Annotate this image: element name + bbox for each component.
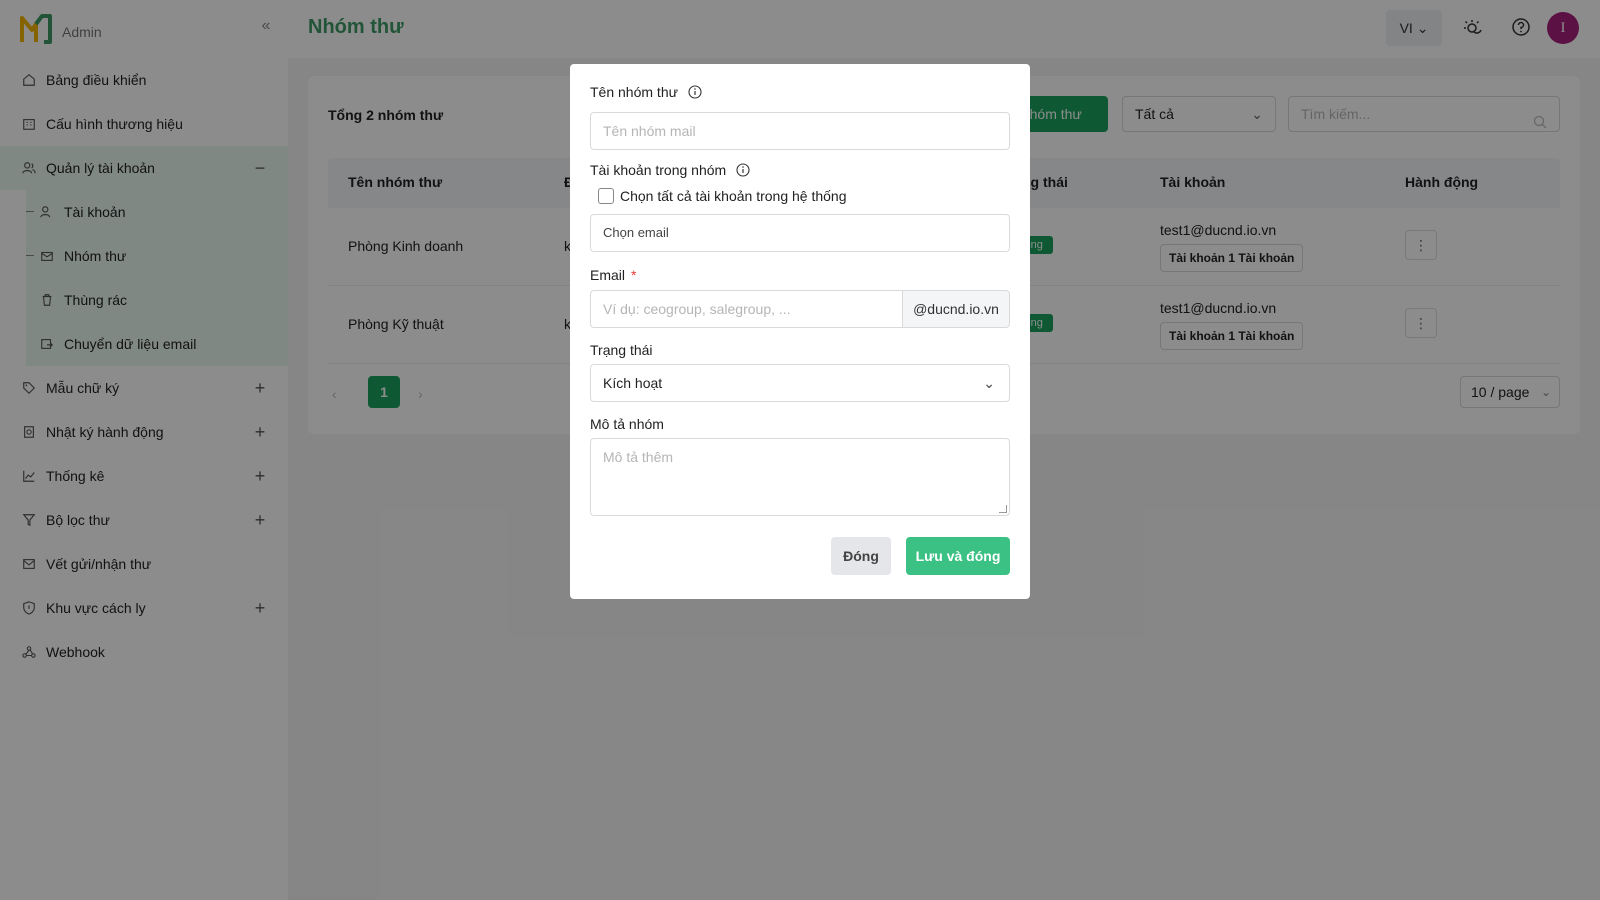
select-all-checkbox[interactable] bbox=[598, 188, 614, 204]
create-mail-group-modal: Tên nhóm thư Tên nhóm mail Tài khoản tro… bbox=[570, 64, 1030, 599]
email-field[interactable]: Ví dụ: ceogroup, salegroup, ... bbox=[590, 290, 902, 328]
field-label-text: Email bbox=[590, 267, 626, 283]
close-button[interactable]: Đóng bbox=[831, 537, 891, 575]
email-domain-suffix: @ducnd.io.vn bbox=[902, 290, 1010, 328]
email-field-group: Ví dụ: ceogroup, salegroup, ... @ducnd.i… bbox=[590, 290, 1010, 328]
resize-handle-icon[interactable] bbox=[999, 505, 1007, 513]
required-mark: * bbox=[631, 267, 637, 283]
field-label-text: Tên nhóm thư bbox=[590, 84, 678, 100]
select-email-input[interactable]: Chọn email bbox=[590, 214, 1010, 252]
status-label: Trạng thái bbox=[590, 342, 653, 358]
accounts-label: Tài khoản trong nhóm bbox=[590, 162, 750, 178]
email-label: Email * bbox=[590, 267, 636, 283]
description-textarea[interactable]: Mô tả thêm bbox=[590, 438, 1010, 516]
group-name-input[interactable]: Tên nhóm mail bbox=[590, 112, 1010, 150]
textarea-placeholder: Mô tả thêm bbox=[603, 449, 674, 465]
info-icon[interactable] bbox=[736, 163, 750, 177]
field-label-text: Tài khoản trong nhóm bbox=[590, 162, 727, 178]
status-select-value: Kích hoạt bbox=[603, 375, 663, 391]
select-all-accounts-row[interactable]: Chọn tất cả tài khoản trong hệ thống bbox=[598, 188, 847, 204]
description-label: Mô tả nhóm bbox=[590, 416, 664, 432]
checkbox-label: Chọn tất cả tài khoản trong hệ thống bbox=[620, 188, 847, 204]
info-icon[interactable] bbox=[688, 85, 702, 99]
status-select[interactable]: Kích hoạt ⌄ bbox=[590, 364, 1010, 402]
save-and-close-button[interactable]: Lưu và đóng bbox=[906, 537, 1010, 575]
chevron-down-icon: ⌄ bbox=[983, 375, 995, 391]
group-name-label: Tên nhóm thư bbox=[590, 84, 702, 100]
